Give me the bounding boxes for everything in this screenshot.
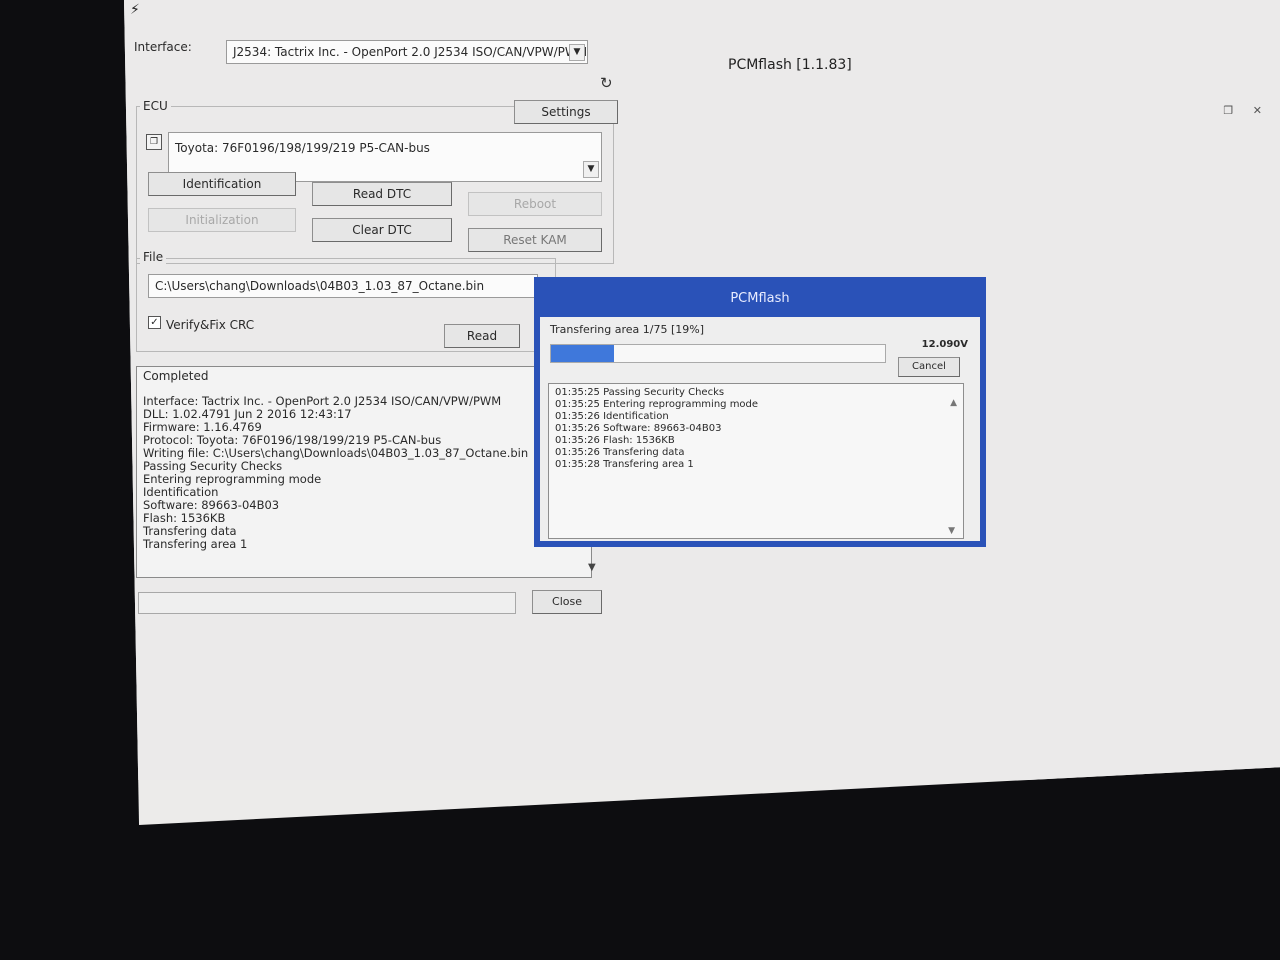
chevron-down-icon[interactable]: ▼ bbox=[583, 161, 599, 178]
settings-button[interactable]: Settings bbox=[514, 100, 618, 124]
initialization-button[interactable]: Initialization bbox=[148, 208, 296, 232]
read-file-button[interactable]: Read bbox=[444, 324, 520, 348]
identification-button[interactable]: Identification bbox=[148, 172, 296, 196]
close-button[interactable]: Close bbox=[532, 590, 602, 614]
dialog-title: PCMflash bbox=[730, 291, 790, 306]
reset-kam-button[interactable]: Reset KAM bbox=[468, 228, 602, 252]
dialog-log-line: 01:35:28 Transfering area 1 bbox=[555, 459, 694, 470]
progress-bar-fill bbox=[551, 345, 615, 362]
interface-label: Interface: bbox=[134, 40, 192, 54]
file-path-input[interactable]: C:\Users\chang\Downloads\04B03_1.03_87_O… bbox=[148, 274, 538, 298]
scroll-up-icon[interactable]: ▲ bbox=[950, 398, 957, 408]
voltage-readout: 12.090V bbox=[921, 339, 968, 350]
lightning-icon: ⚡ bbox=[130, 2, 140, 18]
dialog-log-line: 01:35:26 Transfering data bbox=[555, 447, 685, 458]
log-title: Completed bbox=[143, 369, 209, 383]
interface-select-value: J2534: Tactrix Inc. - OpenPort 2.0 J2534… bbox=[233, 45, 588, 59]
window-title: PCMflash [1.1.83] bbox=[728, 57, 852, 73]
scroll-down-icon[interactable]: ▼ bbox=[588, 562, 596, 573]
scroll-down-icon[interactable]: ▼ bbox=[948, 526, 955, 536]
read-dtc-button[interactable]: Read DTC bbox=[312, 182, 452, 206]
dialog-log[interactable]: 01:35:25 Passing Security Checks 01:35:2… bbox=[548, 383, 964, 539]
restore-close-icons[interactable]: ❐ ✕ bbox=[1223, 104, 1270, 117]
cancel-button[interactable]: Cancel bbox=[898, 357, 960, 377]
verify-crc-checkbox[interactable]: ✓ bbox=[148, 316, 161, 329]
log-panel[interactable]: Completed Interface: Tactrix Inc. - Open… bbox=[136, 366, 592, 578]
window-icon[interactable]: ❐ bbox=[146, 134, 162, 150]
ecu-select-value: Toyota: 76F0196/198/199/219 P5-CAN-bus bbox=[175, 141, 430, 155]
log-line: Transfering area 1 bbox=[143, 537, 248, 551]
reboot-button[interactable]: Reboot bbox=[468, 192, 602, 216]
ecu-group-title: ECU bbox=[140, 99, 171, 113]
dialog-log-line: 01:35:26 Software: 89663-04B03 bbox=[555, 423, 722, 434]
interface-select[interactable]: J2534: Tactrix Inc. - OpenPort 2.0 J2534… bbox=[226, 40, 588, 64]
dialog-log-line: 01:35:25 Passing Security Checks bbox=[555, 387, 725, 398]
refresh-icon[interactable]: ↻ bbox=[600, 74, 613, 92]
chevron-down-icon[interactable]: ▼ bbox=[569, 44, 585, 61]
progress-dialog: PCMflash Transfering area 1/75 [19%] 12.… bbox=[534, 277, 986, 547]
transfer-status: Transfering area 1/75 [19%] bbox=[550, 323, 704, 336]
status-bar bbox=[138, 592, 516, 614]
progress-bar bbox=[550, 344, 886, 363]
file-path-value: C:\Users\chang\Downloads\04B03_1.03_87_O… bbox=[155, 279, 485, 293]
dialog-log-line: 01:35:25 Entering reprogramming mode bbox=[555, 399, 759, 410]
main-window: ⚡ PCMflash [1.1.83] ❐ ✕ Interface: J2534… bbox=[124, 0, 1280, 780]
dialog-body: Transfering area 1/75 [19%] 12.090V Canc… bbox=[540, 317, 980, 541]
dialog-log-line: 01:35:26 Identification bbox=[555, 411, 669, 422]
dialog-log-line: 01:35:26 Flash: 1536KB bbox=[555, 435, 675, 446]
verify-crc-label: Verify&Fix CRC bbox=[166, 318, 255, 332]
clear-dtc-button[interactable]: Clear DTC bbox=[312, 218, 452, 242]
monitor-screen: ⚡ PCMflash [1.1.83] ❐ ✕ Interface: J2534… bbox=[124, 0, 1280, 825]
file-group-title: File bbox=[140, 250, 167, 264]
